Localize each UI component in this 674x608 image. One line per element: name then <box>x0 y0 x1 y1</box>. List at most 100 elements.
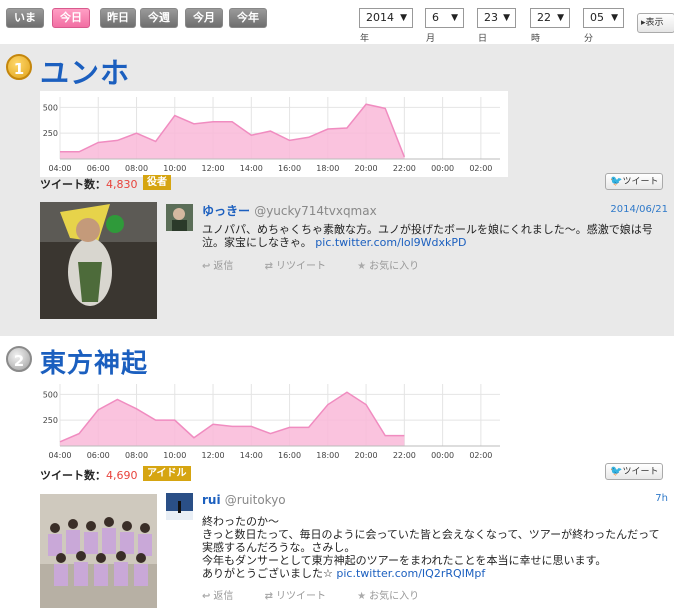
rank-2-medal-icon: 2 <box>6 346 32 372</box>
tweet-count-label: ツイート数： <box>40 469 106 482</box>
minute-value: 05 <box>590 11 604 24</box>
period-year-button[interactable]: 今年 <box>229 8 267 28</box>
series-area <box>60 104 405 159</box>
hour-select[interactable]: 22 ▼ <box>530 8 570 28</box>
period-today-button[interactable]: 今日 <box>52 8 90 28</box>
avatar[interactable] <box>166 204 193 231</box>
activity-chart: 250 500 04:00 06:00 08:00 10:00 12:00 14:00 16:0… <box>40 378 508 464</box>
chevron-down-icon: ▼ <box>400 13 407 23</box>
retweet-icon: ⇄ <box>264 261 273 272</box>
tweet-actions: ↩ 返信 ⇄ リツイート ★ お気に入り <box>202 257 447 272</box>
reply-icon: ↩ <box>202 261 211 272</box>
retweet-action[interactable]: ⇄ リツイート <box>265 257 340 272</box>
y-tick-label: 250 <box>43 416 58 425</box>
ranking-entry-1: 1 ユンホ 250 500 04:00 06:00 08:00 10:00 12:00 14:… <box>0 44 674 336</box>
category-badge[interactable]: 役者 <box>143 175 171 190</box>
period-week-button[interactable]: 今週 <box>140 8 178 28</box>
year-select[interactable]: 2014 ▼ <box>359 8 413 28</box>
tweet-button[interactable]: 🐦ツイート <box>605 173 663 190</box>
x-tick-label: 10:00 <box>163 451 186 460</box>
chevron-down-icon: ▼ <box>557 13 564 23</box>
tweet-text: 終わったのか〜 きっと数日たって、毎日のように会っていた皆と会えなくなって、ツア… <box>202 515 668 580</box>
star-icon: ★ <box>357 591 367 602</box>
x-tick-label: 10:00 <box>163 164 186 173</box>
favorite-label: お気に入り <box>369 261 420 272</box>
category-badge[interactable]: アイドル <box>143 466 191 481</box>
top-toolbar: いま 今日 昨日 今週 今月 今年 2014 ▼ 6 ▼ 23 ▼ 22 ▼ 05 ▼ 年… <box>0 0 674 44</box>
tweet-text-line: 終わったのか〜 <box>202 515 279 528</box>
avatar[interactable] <box>166 493 193 520</box>
chevron-down-icon: ▼ <box>503 13 510 23</box>
x-tick-label: 00:00 <box>431 164 454 173</box>
tweet-link[interactable]: pic.twitter.com/IQ2rRQIMpf <box>336 567 485 580</box>
tweet-user[interactable]: rui @ruitokyo <box>202 493 286 507</box>
tweet-count-label: ツイート数： <box>40 178 106 191</box>
tweet-link[interactable]: pic.twitter.com/lol9WdxkPD <box>315 236 466 249</box>
favorite-action[interactable]: ★ お気に入り <box>357 587 433 602</box>
x-tick-label: 22:00 <box>393 451 416 460</box>
month-select[interactable]: 6 ▼ <box>425 8 464 28</box>
twitter-bird-icon: 🐦 <box>610 176 623 187</box>
tweet-photo[interactable] <box>40 494 157 608</box>
entry-name[interactable]: ユンホ <box>40 50 130 92</box>
tweet-button-label: ツイート <box>622 467 659 477</box>
series-area <box>60 392 405 446</box>
minute-select[interactable]: 05 ▼ <box>583 8 624 28</box>
favorite-label: お気に入り <box>369 591 420 602</box>
x-tick-label: 04:00 <box>48 164 71 173</box>
reply-icon: ↩ <box>202 591 211 602</box>
chevron-down-icon: ▼ <box>451 13 458 23</box>
minute-unit-label: 分 <box>584 34 594 44</box>
reply-action[interactable]: ↩ 返信 <box>202 587 247 602</box>
x-tick-label: 08:00 <box>125 451 148 460</box>
activity-chart-svg: 250 500 04:00 06:00 08:00 10:00 12:00 14:00 16:0… <box>43 97 500 173</box>
tweet-photo-image <box>40 202 157 319</box>
x-tick-label: 02:00 <box>469 451 492 460</box>
x-tick-label: 00:00 <box>431 451 454 460</box>
x-tick-label: 02:00 <box>469 164 492 173</box>
tweet-button[interactable]: 🐦ツイート <box>605 463 663 480</box>
x-tick-label: 20:00 <box>355 164 378 173</box>
x-tick-label: 18:00 <box>316 451 339 460</box>
show-button[interactable]: ▸表示 <box>637 13 674 33</box>
entry-name[interactable]: 東方神起 <box>40 343 148 380</box>
rank-1-medal-icon: 1 <box>6 54 32 80</box>
tweet-button-label: ツイート <box>622 177 659 187</box>
tweet-photo[interactable] <box>40 202 157 319</box>
tweet-user-name: rui <box>202 493 221 507</box>
tweet-text-line: きっと数日たって、毎日のように会っていた皆と会えなくなって、ツアーが終わったんだ… <box>202 528 660 541</box>
year-value: 2014 <box>366 11 394 24</box>
chevron-down-icon: ▼ <box>611 13 618 23</box>
y-tick-label: 250 <box>43 129 58 138</box>
retweet-label: リツイート <box>275 591 326 602</box>
tweet-user-handle: @ruitokyo <box>224 493 286 507</box>
month-unit-label: 月 <box>426 34 436 44</box>
hour-value: 22 <box>537 11 551 24</box>
x-tick-label: 06:00 <box>87 164 110 173</box>
favorite-action[interactable]: ★ お気に入り <box>357 257 433 272</box>
month-value: 6 <box>432 11 439 24</box>
day-value: 23 <box>484 11 498 24</box>
x-tick-label: 12:00 <box>202 451 225 460</box>
tweet-date[interactable]: 7h <box>655 493 668 504</box>
x-tick-label: 20:00 <box>355 451 378 460</box>
period-yesterday-button[interactable]: 昨日 <box>100 8 136 28</box>
activity-chart: 250 500 04:00 06:00 08:00 10:00 12:00 14:00 16:0… <box>40 91 508 177</box>
tweet-date[interactable]: 2014/06/21 <box>610 204 668 215</box>
period-now-button[interactable]: いま <box>6 8 44 28</box>
tweet-user[interactable]: ゆっきー @yucky714tvxqmax <box>202 202 377 219</box>
x-tick-label: 04:00 <box>48 451 71 460</box>
retweet-icon: ⇄ <box>264 591 273 602</box>
reply-action[interactable]: ↩ 返信 <box>202 257 247 272</box>
x-tick-label: 06:00 <box>87 451 110 460</box>
tweet-text: ユノパパ、めちゃくちゃ素敵な方。ユノが投げたボールを娘にくれました〜。感激で娘は… <box>202 223 668 249</box>
day-select[interactable]: 23 ▼ <box>477 8 516 28</box>
period-month-button[interactable]: 今月 <box>185 8 223 28</box>
x-tick-label: 08:00 <box>125 164 148 173</box>
retweet-action[interactable]: ⇄ リツイート <box>265 587 340 602</box>
tweet-text-last-line: ありがとうございました☆ <box>202 567 333 580</box>
x-tick-label: 12:00 <box>202 164 225 173</box>
year-unit-label: 年 <box>360 34 370 44</box>
tweet-user-name: ゆっきー <box>202 204 251 218</box>
x-tick-label: 22:00 <box>393 164 416 173</box>
